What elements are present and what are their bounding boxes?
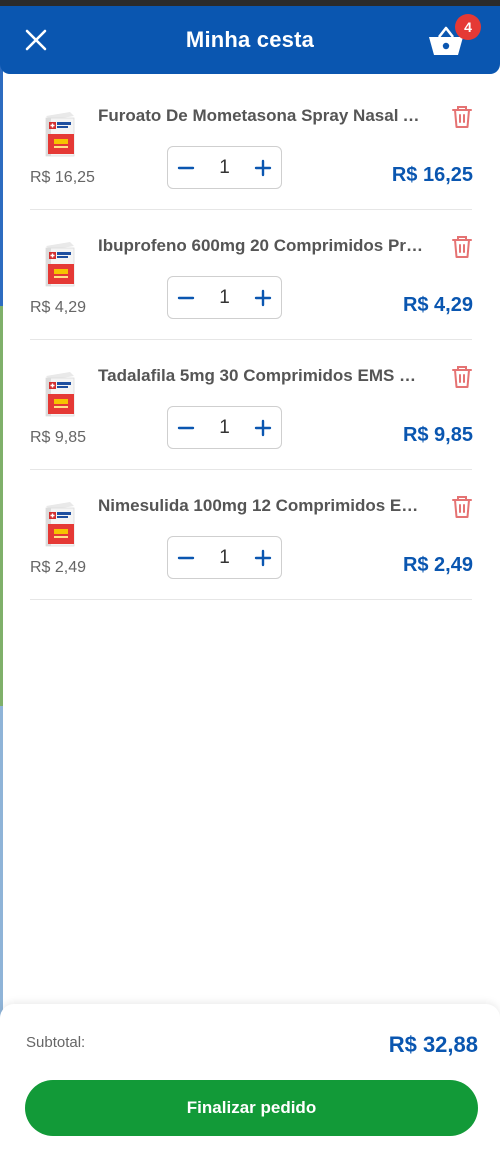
unit-price: R$ 16,25 <box>30 169 95 186</box>
trash-icon <box>452 366 472 388</box>
plus-icon <box>254 159 272 176</box>
product-name[interactable]: Nimesulida 100mg 12 Comprimidos EMS Gené… <box>98 496 428 516</box>
trash-icon <box>452 106 472 128</box>
decrease-quantity-button[interactable] <box>168 407 204 448</box>
quantity-value[interactable]: 1 <box>204 547 245 569</box>
cart-item: Furoato De Mometasona Spray Nasal Aquoso… <box>0 80 500 210</box>
line-total: R$ 4,29 <box>402 294 473 316</box>
line-total: R$ 9,85 <box>402 424 473 446</box>
remove-item-button[interactable] <box>450 494 474 520</box>
subtotal-value: R$ 32,88 <box>388 1032 478 1057</box>
quantity-value[interactable]: 1 <box>204 417 245 439</box>
quantity-stepper: 1 <box>167 146 282 189</box>
remove-item-button[interactable] <box>450 364 474 390</box>
product-name[interactable]: Ibuprofeno 600mg 20 Comprimidos Prati-Do… <box>98 236 428 256</box>
subtotal-label: Subtotal: <box>26 1034 86 1051</box>
increase-quantity-button[interactable] <box>245 277 281 318</box>
product-thumbnail <box>45 242 75 287</box>
product-thumbnail <box>45 372 75 417</box>
page-title: Minha cesta <box>185 27 315 52</box>
product-name[interactable]: Furoato De Mometasona Spray Nasal Aquoso… <box>98 106 428 126</box>
increase-quantity-button[interactable] <box>245 537 281 578</box>
cart-item: Nimesulida 100mg 12 Comprimidos EMS Gené… <box>0 470 500 600</box>
close-icon <box>25 29 47 51</box>
close-button[interactable] <box>22 26 50 54</box>
cart-count-badge: 4 <box>455 14 481 40</box>
unit-price: R$ 2,49 <box>30 559 87 576</box>
product-thumbnail <box>45 112 75 157</box>
decrease-quantity-button[interactable] <box>168 147 204 188</box>
cart-item: Ibuprofeno 600mg 20 Comprimidos Prati-Do… <box>0 210 500 340</box>
product-name[interactable]: Tadalafila 5mg 30 Comprimidos EMS Genéri… <box>98 366 428 386</box>
increase-quantity-button[interactable] <box>245 147 281 188</box>
minus-icon <box>177 556 195 559</box>
line-total: R$ 2,49 <box>402 554 473 576</box>
checkout-button[interactable]: Finalizar pedido <box>25 1080 478 1136</box>
product-thumbnail <box>45 502 75 547</box>
item-divider <box>30 599 472 600</box>
quantity-stepper: 1 <box>167 536 282 579</box>
decrease-quantity-button[interactable] <box>168 277 204 318</box>
remove-item-button[interactable] <box>450 104 474 130</box>
trash-icon <box>452 236 472 258</box>
quantity-value[interactable]: 1 <box>204 287 245 309</box>
checkout-footer: Subtotal: R$ 32,88 Finalizar pedido <box>0 1004 500 1160</box>
unit-price: R$ 9,85 <box>30 429 87 446</box>
minus-icon <box>177 296 195 299</box>
plus-icon <box>254 549 272 566</box>
decrease-quantity-button[interactable] <box>168 537 204 578</box>
quantity-stepper: 1 <box>167 276 282 319</box>
app-header: Minha cesta 4 <box>0 6 500 74</box>
quantity-value[interactable]: 1 <box>204 157 245 179</box>
minus-icon <box>177 426 195 429</box>
unit-price: R$ 4,29 <box>30 299 87 316</box>
cart-item: Tadalafila 5mg 30 Comprimidos EMS Genéri… <box>0 340 500 470</box>
line-total: R$ 16,25 <box>391 164 473 186</box>
remove-item-button[interactable] <box>450 234 474 260</box>
plus-icon <box>254 289 272 306</box>
increase-quantity-button[interactable] <box>245 407 281 448</box>
plus-icon <box>254 419 272 436</box>
minus-icon <box>177 166 195 169</box>
trash-icon <box>452 496 472 518</box>
quantity-stepper: 1 <box>167 406 282 449</box>
cart-item-list: Furoato De Mometasona Spray Nasal Aquoso… <box>0 80 500 600</box>
